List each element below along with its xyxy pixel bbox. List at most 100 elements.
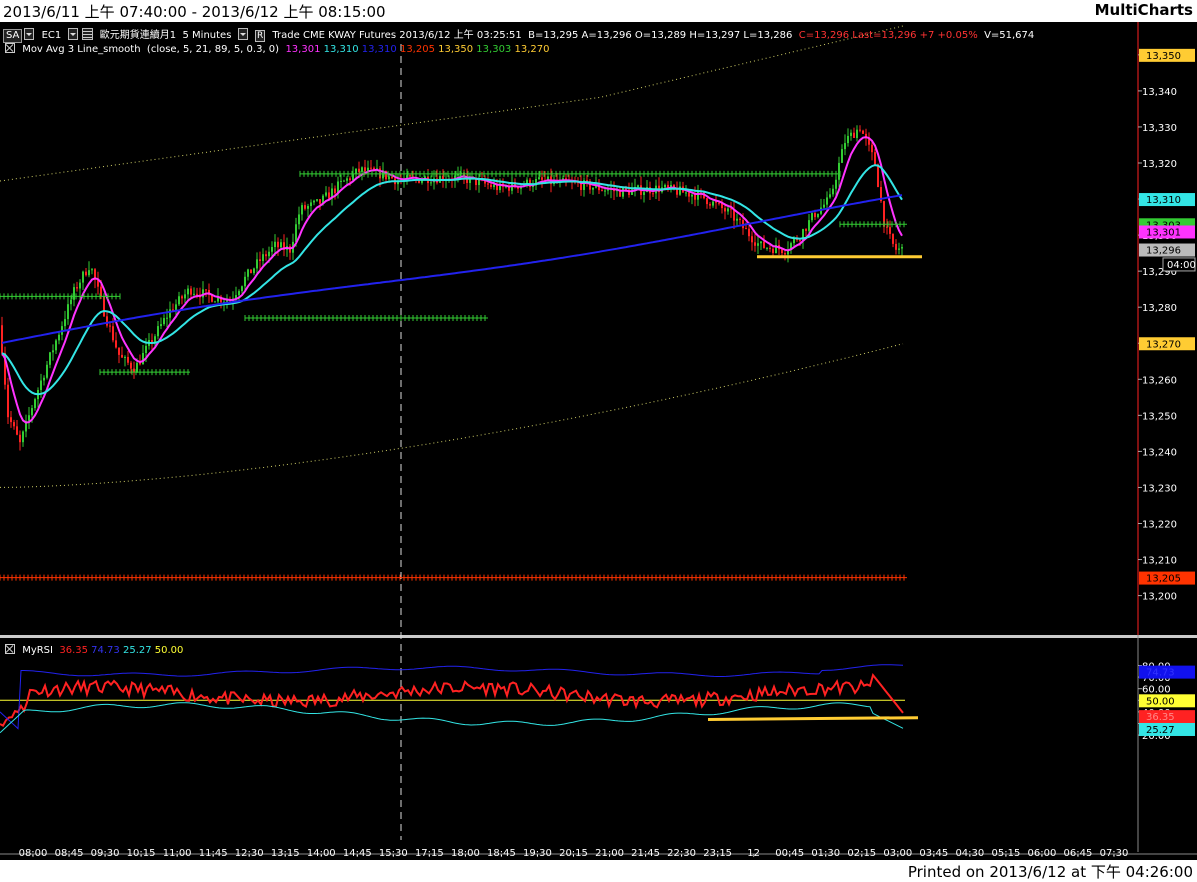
trade-info: Trade CME KWAY Futures 2013/6/12 上午 03:2… — [272, 30, 522, 41]
interval-dropdown-icon[interactable] — [237, 28, 248, 40]
price-bar-body — [241, 286, 243, 292]
chart-canvas[interactable]: 13,35013,34013,33013,32013,31013,30013,2… — [0, 22, 1197, 860]
price-bar-body — [859, 129, 861, 131]
price-tick-label: 13,330 — [1142, 123, 1177, 134]
price-bar-body — [244, 276, 246, 287]
price-bar-body — [124, 356, 126, 358]
price-bar-body — [103, 296, 105, 317]
price-bar-body — [7, 384, 9, 418]
price-bar-body — [31, 408, 33, 416]
chart-window[interactable]: 13,35013,34013,33013,32013,31013,30013,2… — [0, 22, 1197, 860]
rsi-marker-label: 25.27 — [1146, 725, 1175, 736]
price-bar-body — [793, 238, 795, 244]
time-tick-label: 06:45 — [1064, 848, 1093, 859]
time-tick-label: 08:45 — [55, 848, 84, 859]
pane-separator[interactable] — [0, 635, 1197, 638]
price-bar-body — [160, 324, 162, 327]
rsi-value-3: 50.00 — [154, 645, 184, 656]
price-bar-body — [106, 316, 108, 326]
price-marker-label: 13,296 — [1146, 246, 1181, 257]
price-bar-body — [697, 190, 699, 200]
price-bar-body — [892, 233, 894, 244]
price-bar-body — [19, 434, 21, 443]
rsi-marker-label: 36.35 — [1146, 712, 1175, 723]
price-bar-body — [745, 228, 747, 230]
price-bar-body — [487, 183, 489, 185]
time-tick-label: 19:30 — [523, 848, 552, 859]
price-bar-body — [718, 202, 720, 204]
price-bar-body — [34, 399, 36, 409]
price-bar-body — [784, 253, 786, 255]
rsi-close-icon[interactable] — [5, 644, 15, 654]
price-bar-body — [214, 301, 216, 303]
window-title-bar: 2013/6/11 上午 07:40:00 - 2013/6/12 上午 08:… — [0, 0, 1197, 22]
price-bar-body — [82, 271, 84, 283]
price-bar-body — [118, 347, 120, 355]
rsi-study-legend: MyRSI 36.35 74.73 25.27 50.00 — [5, 644, 183, 656]
price-bar-body — [253, 268, 255, 274]
price-bar-body — [637, 185, 639, 187]
time-tick-label: 18:45 — [487, 848, 516, 859]
rsi-marker-label: 50.00 — [1146, 696, 1175, 707]
price-bar-body — [889, 227, 891, 234]
price-bar-body — [361, 167, 363, 172]
price-tick-label: 13,230 — [1142, 483, 1177, 494]
price-bar-body — [817, 213, 819, 218]
price-bar-body — [370, 167, 372, 169]
time-tick-label: 20:15 — [559, 848, 588, 859]
ma-close-icon[interactable] — [5, 43, 15, 53]
price-tick-label: 13,280 — [1142, 303, 1177, 314]
price-bar-body — [310, 202, 312, 207]
rsi-study-values: 36.35 74.73 25.27 50.00 — [59, 645, 183, 656]
price-bar-body — [46, 364, 48, 378]
price-bar-body — [70, 299, 72, 305]
symbol-header: SA EC1 歐元期貨連續月1 5 Minutes R Trade CME KW… — [3, 26, 1034, 43]
rsi-support-line[interactable] — [707, 716, 919, 721]
price-bar-body — [112, 326, 114, 341]
price-bar-body — [190, 288, 192, 295]
brand-label: MultiCharts — [1094, 1, 1193, 19]
price-bar-body — [40, 380, 42, 390]
price-bar-body — [727, 208, 729, 212]
time-tick-label: 23:15 — [703, 848, 732, 859]
interval-label: 5 Minutes — [182, 30, 232, 41]
price-bar-body — [901, 247, 903, 249]
price-bar-body — [313, 200, 315, 203]
instrument-label: EC1 — [41, 30, 62, 41]
time-tick-label: 04:30 — [955, 848, 984, 859]
instrument-list-icon[interactable] — [81, 28, 93, 40]
price-bar-body — [22, 431, 24, 443]
price-bar-body — [664, 184, 666, 188]
price-bar-body — [841, 149, 843, 163]
price-bar-body — [364, 167, 366, 172]
time-tick-label: 14:00 — [307, 848, 336, 859]
price-marker-label: 13,301 — [1146, 227, 1181, 238]
price-bar-body — [766, 247, 768, 249]
time-tick-label: 11:00 — [163, 848, 192, 859]
price-bar-body — [652, 193, 654, 195]
price-bar-body — [268, 251, 270, 257]
price-bar-body — [691, 194, 693, 197]
price-bar-body — [67, 304, 69, 320]
price-bar-body — [1, 325, 3, 354]
printed-timestamp: Printed on 2013/6/12 at 下午 04:26:00 — [907, 863, 1193, 881]
price-bar-body — [304, 205, 306, 209]
price-bar-body — [748, 228, 750, 237]
price-bar-body — [280, 242, 282, 248]
price-bar-body — [688, 192, 690, 197]
price-bar-body — [187, 288, 189, 295]
price-bar-body — [430, 182, 432, 184]
time-tick-label: 03:45 — [919, 848, 948, 859]
price-bar-body — [622, 187, 624, 197]
data-feed-button[interactable]: R — [254, 30, 266, 42]
price-bar-body — [832, 188, 834, 195]
price-bar-body — [685, 192, 687, 194]
price-marker-label: 13,270 — [1146, 339, 1181, 350]
symbol-dropdown-icon[interactable] — [24, 28, 35, 40]
instrument-dropdown-icon[interactable] — [67, 28, 78, 40]
price-bar-body — [739, 218, 741, 221]
time-tick-label: 08:00 — [19, 848, 48, 859]
price-bar-body — [121, 354, 123, 358]
rsi-study-name: MyRSI — [22, 645, 53, 656]
symbol-code-box[interactable]: SA — [3, 29, 23, 43]
